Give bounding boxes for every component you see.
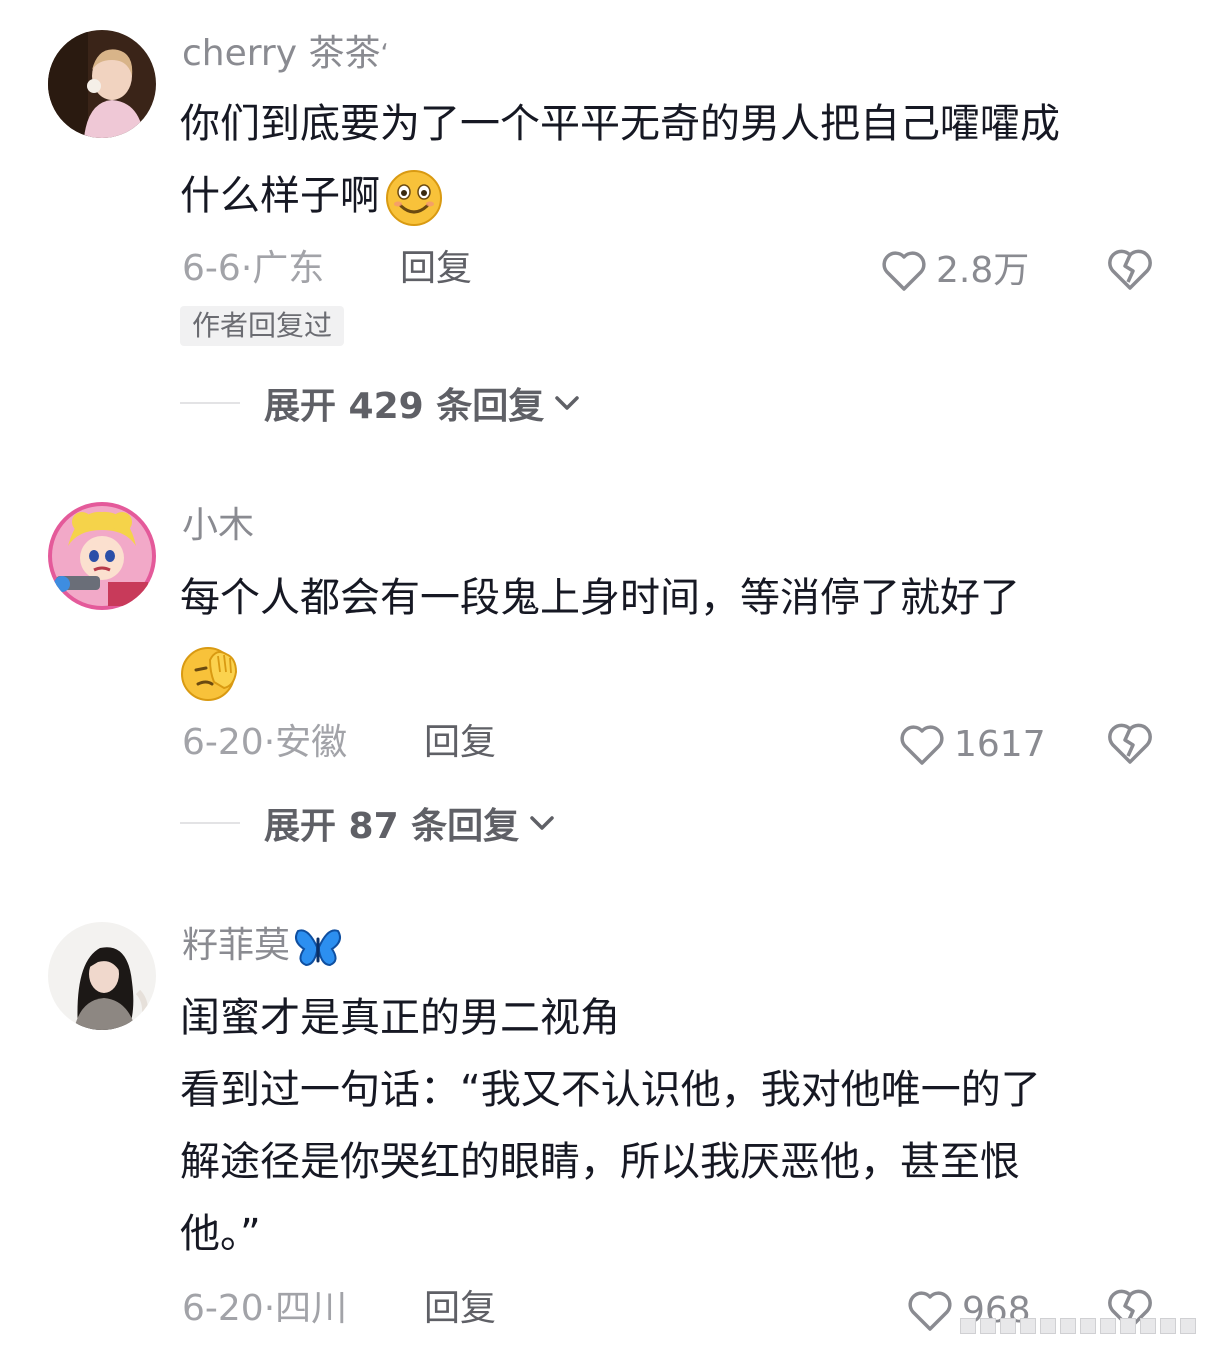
comment-text: 闺蜜才是真正的男二视角 看到过一句话：“我又不认识他，我对他唯一的了 解途径是你… [180,982,1170,1270]
comment-line: 他。” [180,1211,261,1257]
date-location: 6-20·四川 [182,1288,348,1329]
avatar[interactable] [48,922,156,1030]
reply-button[interactable]: 回复 [424,1284,496,1334]
comment-item: 籽菲莫 闺蜜才是真正的男二视角 看到过一句话：“我又不认识他，我对他唯一的了 解… [0,0,1206,1356]
comment-line: 看到过一句话：“我又不认识他，我对他唯一的了 [180,1067,1041,1113]
heart-outline-icon [908,1291,952,1331]
butterfly-emoji [294,925,342,969]
username[interactable]: 籽菲莫 [182,924,342,969]
comment-line: 闺蜜才是真正的男二视角 [180,995,620,1041]
watermark [960,1318,1196,1334]
comment-line: 解途径是你哭红的眼睛，所以我厌恶他，甚至恨 [180,1139,1020,1185]
